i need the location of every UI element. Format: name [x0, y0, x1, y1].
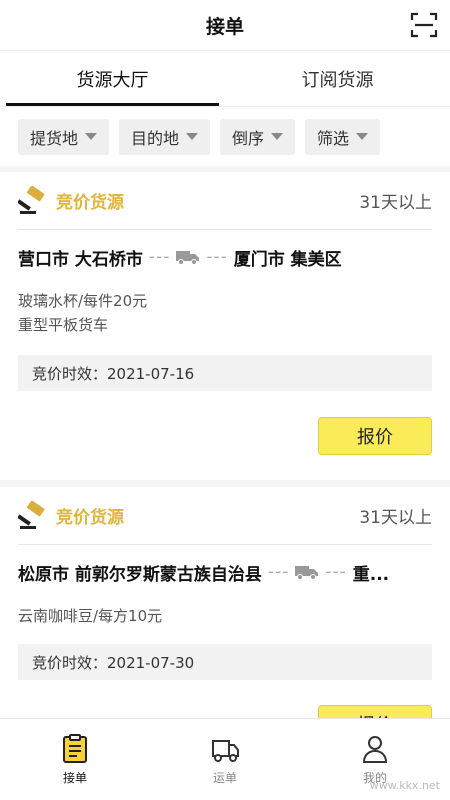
destination: 重... — [352, 564, 390, 585]
caret-down-icon — [85, 133, 98, 140]
route-dashes: --- — [267, 562, 290, 582]
cargo-type-label: 竞价货源 — [56, 193, 124, 213]
scan-icon[interactable] — [410, 11, 438, 39]
tab-subscribed-cargo[interactable]: 订阅货源 — [225, 51, 450, 106]
tabbar-item-orders[interactable]: 接单 — [0, 719, 150, 800]
card-header: 竞价货源 31天以上 — [18, 487, 432, 545]
truck-icon — [176, 251, 200, 265]
origin: 松原市 前郭尔罗斯蒙古族自治县 — [18, 564, 262, 585]
caret-down-icon — [356, 133, 369, 140]
tabbar-label: 接单 — [62, 771, 87, 785]
route-dashes: --- — [148, 247, 171, 267]
filter-label: 筛选 — [317, 128, 350, 148]
filter-bar: 提货地 目的地 倒序 筛选 — [0, 106, 450, 166]
filter-destination[interactable]: 目的地 — [119, 118, 211, 155]
bid-deadline: 竞价时效：2021-07-16 — [18, 355, 432, 391]
watermark: www.kkx.net — [369, 779, 440, 792]
filter-sort-order[interactable]: 倒序 — [220, 118, 296, 155]
filter-pickup-location[interactable]: 提货地 — [18, 118, 110, 155]
cargo-type-label: 竞价货源 — [56, 508, 124, 528]
bid-deadline: 竞价时效：2021-07-30 — [18, 644, 432, 680]
truck-icon — [295, 566, 319, 580]
route-dashes: --- — [206, 247, 228, 267]
tabbar-label: 运单 — [212, 771, 237, 785]
route-dashes: --- — [325, 562, 347, 582]
filter-label: 倒序 — [232, 128, 265, 148]
route: 松原市 前郭尔罗斯蒙古族自治县 --- --- 重... — [18, 557, 432, 587]
tab-bar: 货源大厅 订阅货源 — [0, 50, 450, 106]
tab-cargo-hall[interactable]: 货源大厅 — [0, 51, 225, 106]
posted-age: 31天以上 — [359, 508, 432, 528]
quote-button[interactable]: 报价 — [318, 417, 432, 455]
goods-info: 云南咖啡豆/每方10元 — [18, 607, 163, 625]
caret-down-icon — [186, 133, 199, 140]
user-icon — [362, 736, 388, 763]
vehicle-type: 重型平板货车 — [18, 316, 109, 334]
filter-label: 目的地 — [131, 128, 180, 148]
filter-label: 提货地 — [30, 128, 79, 148]
posted-age: 31天以上 — [359, 193, 432, 213]
tabbar-item-waybill[interactable]: 运单 — [150, 719, 300, 800]
card-header: 竞价货源 31天以上 — [18, 172, 432, 230]
filter-more[interactable]: 筛选 — [305, 118, 381, 155]
cargo-card[interactable]: 竞价货源 31天以上 营口市 大石桥市 --- --- 厦门市 集美区 玻璃水杯… — [0, 172, 450, 480]
gavel-icon — [18, 500, 45, 529]
gavel-icon — [18, 185, 45, 214]
truck-icon — [212, 740, 239, 762]
caret-down-icon — [271, 133, 284, 140]
route: 营口市 大石桥市 --- --- 厦门市 集美区 — [18, 242, 432, 272]
origin: 营口市 大石桥市 — [18, 249, 143, 270]
top-bar: 接单 — [0, 0, 450, 50]
destination: 厦门市 集美区 — [233, 249, 342, 270]
goods-info: 玻璃水杯/每件20元 — [18, 292, 148, 310]
cargo-card[interactable]: 竞价货源 31天以上 松原市 前郭尔罗斯蒙古族自治县 --- --- 重... … — [0, 487, 450, 747]
page-title: 接单 — [205, 15, 244, 38]
clipboard-icon — [63, 734, 87, 763]
